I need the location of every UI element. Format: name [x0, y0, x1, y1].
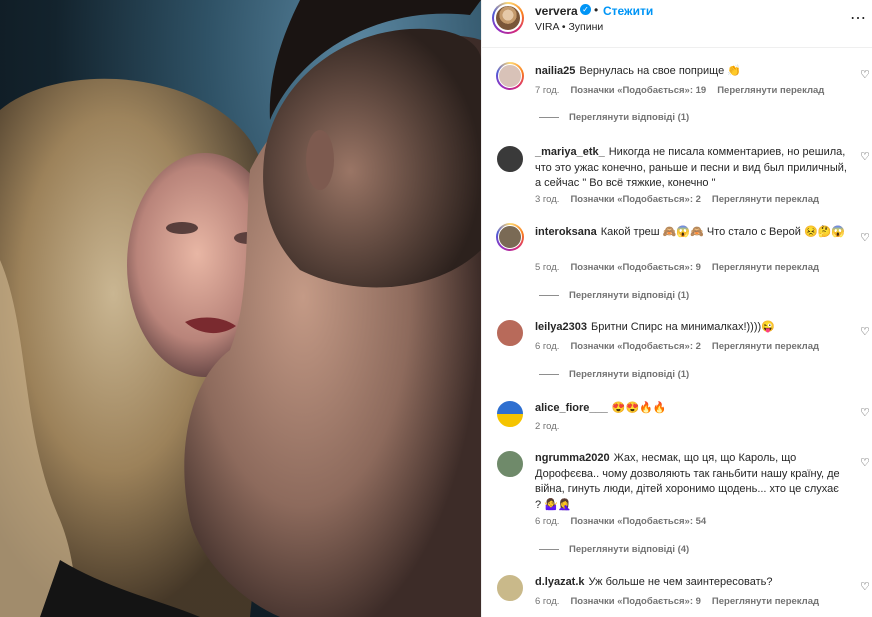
more-options-icon[interactable]: ⋯	[850, 8, 866, 28]
comment-meta: 7 год. Позначки «Подобається»: 19 Переглян…	[535, 85, 835, 96]
comment-likes[interactable]: Позначки «Подобається»: 9	[570, 596, 700, 607]
verified-badge-icon: ✓	[580, 4, 591, 15]
like-comment-heart-icon[interactable]: ♡	[860, 68, 870, 81]
comment-body: 😍😍🔥🔥	[611, 402, 667, 414]
comment-likes[interactable]: Позначки «Подобається»: 2	[570, 194, 700, 205]
author-avatar[interactable]	[492, 2, 524, 34]
comment-text: nailia25 Вернулась на свое поприще 👏	[535, 64, 847, 80]
replies-line	[539, 116, 559, 118]
comment-time: 6 год.	[535, 341, 560, 352]
video-frame	[0, 0, 481, 617]
replies-line	[539, 294, 559, 296]
commenter-avatar[interactable]	[496, 574, 524, 602]
comment-meta: 3 год. Позначки «Подобається»: 2 Перегляну…	[535, 194, 830, 205]
commenter-avatar[interactable]	[496, 400, 524, 428]
like-comment-heart-icon[interactable]: ♡	[860, 406, 870, 419]
view-replies-label[interactable]: Переглянути відповіді (4)	[569, 544, 689, 555]
translate-link[interactable]: Переглянути переклад	[712, 341, 819, 352]
comment-text: alice_fiore___ 😍😍🔥🔥	[535, 401, 847, 417]
comment-meta: 6 год. Позначки «Подобається»: 54	[535, 516, 717, 527]
comment-text: d.lyazat.k Уж больше не чем заинтересоват…	[535, 575, 847, 591]
commenter-avatar[interactable]	[496, 62, 524, 90]
translate-link[interactable]: Переглянути переклад	[712, 596, 819, 607]
view-replies-label[interactable]: Переглянути відповіді (1)	[569, 112, 689, 123]
commenter-avatar[interactable]	[496, 145, 524, 173]
follow-button[interactable]: Стежити	[603, 4, 653, 18]
translate-link[interactable]: Переглянути переклад	[712, 194, 819, 205]
comment-body: Уж больше не чем заинтересовать?	[588, 576, 773, 588]
comment-meta: 6 год. Позначки «Подобається»: 9 Перегляну…	[535, 596, 830, 607]
comment-time: 6 год.	[535, 516, 560, 527]
comment-time: 6 год.	[535, 596, 560, 607]
comment-meta: 6 год. Позначки «Подобається»: 2 Перегляну…	[535, 341, 830, 352]
view-replies-label[interactable]: Переглянути відповіді (1)	[569, 369, 689, 380]
replies-line	[539, 373, 559, 375]
comment-time: 3 год.	[535, 194, 560, 205]
comment-text: interoksana Какой треш 🙈😱🙈 Что стало с Ве…	[535, 225, 847, 241]
comment-likes[interactable]: Позначки «Подобається»: 54	[570, 516, 706, 527]
commenter-avatar[interactable]	[496, 450, 524, 478]
like-comment-heart-icon[interactable]: ♡	[860, 456, 870, 469]
commenter-username[interactable]: alice_fiore___	[535, 402, 608, 414]
comment-body: Вернулась на свое поприще 👏	[579, 65, 741, 77]
post-header: ververa ✓ • Стежити VIRA • Зупини ⋯	[482, 0, 872, 48]
comment-text: ngrumma2020 Жах, несмак, що ця, що Кароль…	[535, 451, 847, 513]
view-replies-button[interactable]: Переглянути відповіді (1)	[539, 112, 689, 123]
like-comment-heart-icon[interactable]: ♡	[860, 231, 870, 244]
comment-time: 7 год.	[535, 85, 560, 96]
like-comment-heart-icon[interactable]: ♡	[860, 325, 870, 338]
comment-meta: 5 год. Позначки «Подобається»: 9 Перегляну…	[535, 262, 830, 273]
author-username[interactable]: ververa	[535, 4, 578, 18]
translate-link[interactable]: Переглянути переклад	[712, 262, 819, 273]
like-comment-heart-icon[interactable]: ♡	[860, 580, 870, 593]
comment-likes[interactable]: Позначки «Подобається»: 9	[570, 262, 700, 273]
commenter-username[interactable]: nailia25	[535, 65, 575, 77]
audio-subtitle[interactable]: VIRA • Зупини	[535, 21, 603, 33]
view-replies-button[interactable]: Переглянути відповіді (1)	[539, 369, 689, 380]
commenter-username[interactable]: leilya2303	[535, 321, 587, 333]
commenter-username[interactable]: ngrumma2020	[535, 452, 610, 464]
commenter-avatar[interactable]	[496, 223, 524, 251]
commenter-avatar[interactable]	[496, 319, 524, 347]
comment-likes[interactable]: Позначки «Подобається»: 2	[570, 341, 700, 352]
view-replies-label[interactable]: Переглянути відповіді (1)	[569, 290, 689, 301]
separator-dot: •	[594, 3, 599, 17]
view-replies-button[interactable]: Переглянути відповіді (1)	[539, 290, 689, 301]
comment-likes[interactable]: Позначки «Подобається»: 19	[570, 85, 706, 96]
comment-body: Бритни Спирс на минималках!))))😜	[591, 321, 775, 333]
comment-text: leilya2303 Бритни Спирс на минималках!)))…	[535, 320, 847, 336]
like-comment-heart-icon[interactable]: ♡	[860, 150, 870, 163]
comment-time: 2 год.	[535, 421, 560, 432]
comment-time: 5 год.	[535, 262, 560, 273]
comment-text: _mariya_etk_ Никогда не писала комментари…	[535, 145, 847, 192]
replies-line	[539, 548, 559, 550]
post-media[interactable]	[0, 0, 481, 617]
view-replies-button[interactable]: Переглянути відповіді (4)	[539, 544, 689, 555]
commenter-username[interactable]: _mariya_etk_	[535, 146, 605, 158]
post-details-panel: ververa ✓ • Стежити VIRA • Зупини ⋯ nail…	[481, 0, 872, 617]
comment-meta: 2 год.	[535, 421, 570, 432]
comment-body: Какой треш 🙈😱🙈 Что стало с Верой 😣🤔😱	[600, 226, 846, 238]
commenter-username[interactable]: interoksana	[535, 226, 597, 238]
translate-link[interactable]: Переглянути переклад	[717, 85, 824, 96]
commenter-username[interactable]: d.lyazat.k	[535, 576, 585, 588]
